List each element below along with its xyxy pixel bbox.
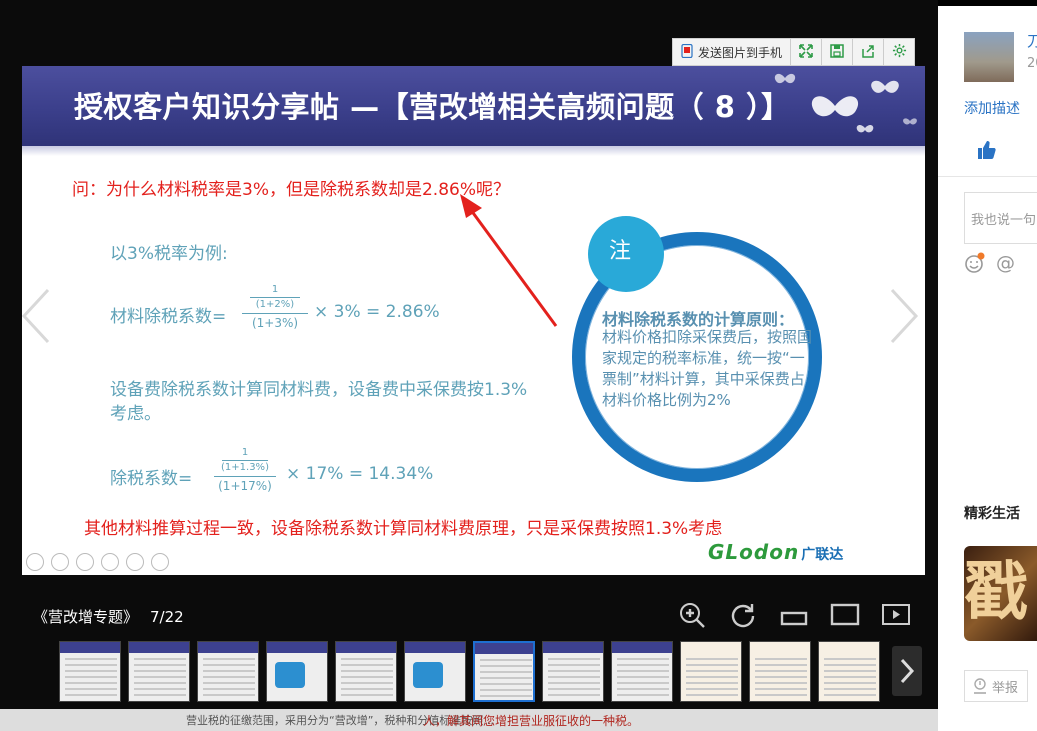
comment-input[interactable]: 我也说一句: [964, 192, 1037, 244]
share-icon: [861, 43, 875, 62]
red-arrow-annotation: [460, 194, 558, 327]
logo-en: GLodon: [708, 540, 800, 564]
equipment-note: 设备费除税系数计算同材料费，设备费中采保费按1.3%考虑。: [110, 380, 528, 424]
album-info: 《营改增专题》 7/22: [33, 606, 184, 627]
background-page-peek: 营业税的征缴范围，采用分为“营改增”，税种和分值标准按照... 人，解其间您增担…: [0, 709, 938, 731]
report-label: 举报: [992, 680, 1019, 696]
thumbnail[interactable]: [59, 641, 121, 702]
thumbnail-strip: [59, 641, 880, 702]
thumbnail[interactable]: [128, 641, 190, 702]
zoom-in-button[interactable]: [676, 600, 708, 630]
fit-icon: [780, 611, 808, 626]
formula1-fraction: 1 (1+2%) (1+3%): [242, 284, 308, 330]
like-button[interactable]: [976, 140, 996, 164]
peek-red-text: 人，解其间您增担营业服征收的一种税。: [423, 714, 640, 728]
menu-icon[interactable]: [101, 553, 119, 571]
pen-icon[interactable]: [76, 553, 94, 571]
upload-date: 20: [1027, 56, 1037, 71]
settings-button[interactable]: [884, 39, 914, 65]
logo-cn: 广联达: [801, 547, 844, 563]
zoom-icon[interactable]: [126, 553, 144, 571]
formula2-den: (1+17%): [218, 479, 272, 493]
rotate-icon: [731, 604, 755, 628]
formula1-num-bottom: (1+2%): [255, 299, 295, 310]
section-title: 精彩生活: [964, 506, 1020, 522]
formula1-num-top: 1: [271, 284, 279, 295]
formula2-fraction: 1 (1+1.3%) (1+17%): [214, 447, 276, 493]
promo-banner[interactable]: 戳: [964, 546, 1037, 641]
divider: [938, 176, 1037, 177]
formula1-label: 材料除税系数=: [110, 307, 227, 327]
thumbnail-active[interactable]: [473, 641, 535, 702]
question-text: 问：为什么材料税率是3%，但是除税系数却是2.86%呢？: [72, 180, 510, 200]
chevron-right-icon: [900, 658, 915, 684]
chevron-right-icon: [890, 288, 919, 344]
prev-image-button[interactable]: [16, 286, 56, 346]
slideshow-button[interactable]: [880, 600, 912, 630]
report-icon: [974, 678, 986, 694]
thumbnail[interactable]: [611, 641, 673, 702]
share-button[interactable]: [853, 39, 885, 65]
fullscreen-button[interactable]: [791, 39, 823, 65]
save-button[interactable]: [822, 39, 854, 65]
rotate-button[interactable]: [727, 600, 759, 630]
slide-controls: [26, 553, 169, 571]
settings-icon: [892, 43, 907, 62]
next-image-button[interactable]: [884, 286, 924, 346]
prev-slide-icon[interactable]: [26, 553, 44, 571]
image-viewer: 发送图片到手机 授权客户知识分享帖 —【营改增相关高频问题（ 8 ）】 问：为什…: [0, 0, 938, 731]
slide-title: 授权客户知识分享帖 —【营改增相关高频问题（ 8 ）】: [74, 90, 791, 124]
formula2-num-top: 1: [241, 447, 249, 458]
note-badge: 注: [588, 216, 664, 292]
thumbnail[interactable]: [749, 641, 811, 702]
bottom-note: 其他材料推算过程一致，设备除税系数计算同材料费原理，只是采保费按照1.3%考虑: [84, 519, 723, 539]
emoji-button[interactable]: [964, 252, 986, 278]
thumbnail[interactable]: [404, 641, 466, 702]
glodon-logo: GLodon 广联达: [708, 540, 843, 564]
emoji-icon: [965, 252, 985, 273]
album-name[interactable]: 《营改增专题》: [33, 608, 138, 626]
thumbs-up-icon: [978, 141, 996, 159]
formula2-label: 除税系数=: [110, 469, 193, 489]
image-toolbar: 发送图片到手机: [672, 38, 916, 66]
thumbnail[interactable]: [197, 641, 259, 702]
save-icon: [830, 43, 844, 62]
view-controls: [676, 600, 912, 630]
info-sidebar: 刀 20 添加描述 我也说一句 @ 精彩生活 戳 举报: [938, 6, 1037, 731]
slide-image: 授权客户知识分享帖 —【营改增相关高频问题（ 8 ）】 问：为什么材料税率是3%…: [22, 66, 925, 575]
slideshow-icon: [882, 604, 910, 625]
thumbnail[interactable]: [680, 641, 742, 702]
thumbnail[interactable]: [542, 641, 604, 702]
ring-body: 材料价格扣除采保费后，按照国家规定的税率标准，统一按“一票制”材料计算，其中采保…: [602, 328, 813, 409]
avatar[interactable]: [964, 32, 1014, 82]
add-description-link[interactable]: 添加描述: [964, 98, 1020, 118]
more-icon[interactable]: [151, 553, 169, 571]
original-size-icon: [830, 603, 860, 626]
formula2-num-bottom: (1+1.3%): [221, 462, 269, 473]
chevron-left-icon: [21, 288, 50, 344]
user-name[interactable]: 刀: [1027, 30, 1037, 51]
zoom-in-icon: [680, 603, 705, 628]
thumbnails-next-button[interactable]: [892, 646, 922, 696]
thumbnail[interactable]: [818, 641, 880, 702]
next-slide-icon[interactable]: [51, 553, 69, 571]
page-counter: 7/22: [150, 608, 184, 626]
thumbnail[interactable]: [335, 641, 397, 702]
thumbnail[interactable]: [266, 641, 328, 702]
fullscreen-icon: [799, 43, 813, 62]
fit-button[interactable]: [778, 600, 810, 630]
formula1-result: × 3% = 2.86%: [314, 302, 440, 322]
original-size-button[interactable]: [829, 600, 861, 630]
phone-icon: [681, 43, 693, 61]
send-to-phone-button[interactable]: 发送图片到手机: [673, 39, 792, 65]
formula2-result: × 17% = 14.34%: [286, 464, 434, 484]
example-heading: 以3%税率为例:: [110, 244, 228, 264]
mention-button[interactable]: @: [996, 252, 1015, 274]
report-button[interactable]: 举报: [964, 670, 1028, 702]
formula1-den: (1+3%): [251, 316, 299, 330]
send-to-phone-label: 发送图片到手机: [698, 45, 783, 60]
